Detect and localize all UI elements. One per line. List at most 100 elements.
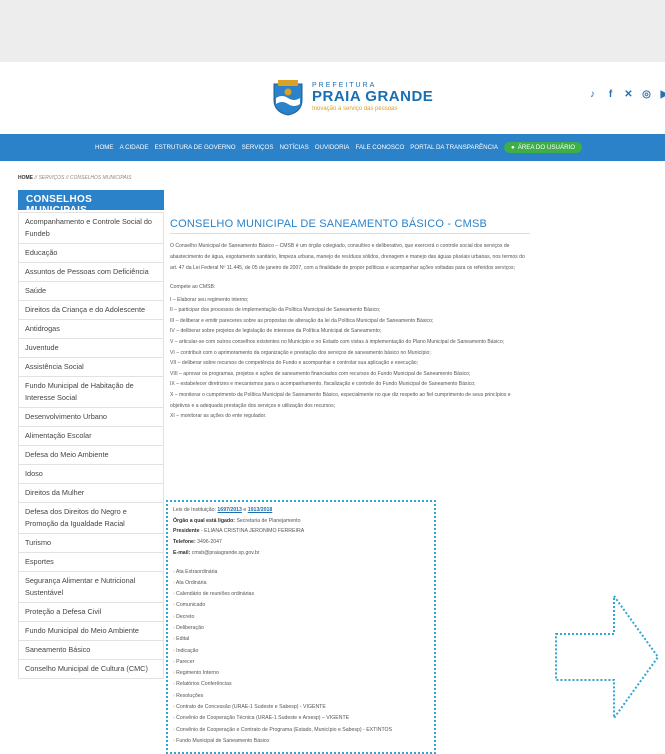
logo-big-text: PRAIA GRANDE [312, 88, 434, 105]
sidebar-item[interactable]: Fundo Municipal de Habitação de Interess… [18, 377, 164, 408]
document-link[interactable]: Fundo Municipal de Saneamento Básico [173, 736, 429, 747]
president-value: - ELIANA CRISTINA JERONIMO FERREIRA [199, 528, 305, 535]
breadcrumb-home[interactable]: HOME [18, 175, 33, 181]
sidebar-item[interactable]: Assuntos de Pessoas com Deficiência [18, 263, 164, 282]
organ-value: Secretaria de Planejamento [236, 517, 301, 524]
competency-item: II – participar dos processos de impleme… [170, 307, 381, 314]
youtube-icon[interactable]: ▶ [658, 88, 665, 101]
document-link[interactable]: Edital [173, 634, 429, 645]
tiktok-icon[interactable]: ♪ [586, 88, 599, 101]
document-link[interactable]: Parecer [173, 657, 429, 668]
sidebar-item[interactable]: Proteção a Defesa Civil [18, 603, 164, 622]
sidebar-item[interactable]: Fundo Municipal do Meio Ambiente [18, 622, 164, 641]
document-link[interactable]: Ata Extraordinária [173, 567, 429, 578]
logo-tagline: Inovação a serviço das pessoas [312, 106, 398, 112]
sidebar-item[interactable]: Educação [18, 244, 164, 263]
sidebar-item[interactable]: Juventude [18, 339, 164, 358]
email-line: E-mail: cmsb@praiagrande.sp.gov.br [173, 548, 429, 559]
sidebar-item[interactable]: Direitos da Mulher [18, 484, 164, 503]
document-link[interactable]: Regimento Interno [173, 668, 429, 679]
nav-home[interactable]: HOME [95, 144, 114, 151]
president-line: Presidente - ELIANA CRISTINA JERONIMO FE… [173, 526, 429, 537]
phone-label: Telefone: [173, 539, 196, 546]
nav-cidade[interactable]: A CIDADE [120, 144, 149, 151]
document-link[interactable]: Relatórios Conferências [173, 679, 429, 690]
document-link[interactable]: Indicação [173, 646, 429, 657]
competency-item: I – Elaborar seu regimento interno; [170, 296, 249, 303]
email-value[interactable]: cmsb@praiagrande.sp.gov.br [192, 550, 260, 556]
document-link[interactable]: Decreto [173, 612, 429, 623]
breadcrumb: HOME // SERVIÇOS // CONSELHOS MUNICIPAIS [18, 175, 131, 181]
sidebar-item[interactable]: Alimentação Escolar [18, 427, 164, 446]
nav-ouvidoria[interactable]: OUVIDORIA [315, 144, 350, 151]
law-line: Leis de Instituição: 1697/2013 e 1913/20… [173, 505, 429, 516]
nav-estrutura[interactable]: ESTRUTURA DE GOVERNO [154, 144, 235, 151]
organ-label: Órgão a qual está ligado: [173, 517, 235, 524]
user-icon: ● [510, 144, 515, 151]
sidebar-item[interactable]: Defesa do Meio Ambiente [18, 446, 164, 465]
competency-item: VI – contribuir com o aprimoramento da o… [170, 349, 431, 356]
competency-item: VIII – aprovar os programas, projetos e … [170, 370, 471, 377]
page-title: CONSELHO MUNICIPAL DE SANEAMENTO BÁSICO … [170, 218, 530, 234]
competencies-list: Compete ao CMSB: I – Elaborar seu regime… [170, 282, 530, 422]
phone-line: Telefone: 3496-2047 [173, 537, 429, 548]
sidebar-item[interactable]: Saneamento Básico [18, 641, 164, 660]
user-area-label: ÁREA DO USUÁRIO [517, 144, 576, 151]
competency-item: III – deliberar e emitir pareceres sobre… [170, 317, 434, 324]
president-label: Presidente [173, 528, 200, 535]
competency-item: V – articular-se com outros conselhos ex… [170, 338, 505, 345]
email-label: E-mail: [173, 549, 191, 556]
intro-paragraph: O Conselho Municipal de Saneamento Básic… [170, 243, 525, 271]
main-content: CONSELHO MUNICIPAL DE SANEAMENTO BÁSICO … [170, 218, 530, 422]
document-link[interactable]: Resoluções [173, 691, 429, 702]
sidebar-title: CONSELHOS MUNICIPAIS [18, 190, 164, 216]
law-link-1[interactable]: 1697/2013 [217, 507, 242, 513]
documents-list: Ata ExtraordináriaAta OrdináriaCalendári… [173, 567, 429, 748]
city-crest-icon [273, 80, 303, 116]
sidebar-item[interactable]: Saúde [18, 282, 164, 301]
document-link[interactable]: Convênio de Cooperação e Contrato de Pro… [173, 725, 429, 736]
document-link[interactable]: Contrato de Concessão (URAE-1 Sudeste e … [173, 702, 429, 713]
phone-value: 3496-2047 [197, 539, 222, 546]
nav-noticias[interactable]: NOTÍCIAS [279, 144, 308, 151]
nav-fale-conosco[interactable]: FALE CONOSCO [355, 144, 404, 151]
nav-servicos[interactable]: SERVIÇOS [242, 144, 274, 151]
document-link[interactable]: Calendário de reuniões ordinárias [173, 589, 429, 600]
nav-transparencia[interactable]: PORTAL DA TRANSPARÊNCIA [410, 144, 498, 151]
document-link[interactable]: Ata Ordinária [173, 578, 429, 589]
sidebar-item[interactable]: Acompanhamento e Controle Social do Fund… [18, 212, 164, 244]
sidebar-item[interactable]: Idoso [18, 465, 164, 484]
sidebar-item[interactable]: Segurança Alimentar e Nutricional Susten… [18, 572, 164, 603]
document-link[interactable]: Deliberação [173, 623, 429, 634]
document-link[interactable]: Convênio de Cooperação Técnica (URAE-1 S… [173, 713, 429, 724]
competency-item: IV – deliberar sobre projetos de legisla… [170, 328, 382, 335]
social-links: ♪ f ✕ ◎ ▶ [586, 88, 665, 101]
sidebar-item[interactable]: Desenvolvimento Urbano [18, 408, 164, 427]
x-icon[interactable]: ✕ [622, 88, 635, 101]
sidebar-item[interactable]: Assistência Social [18, 358, 164, 377]
facebook-icon[interactable]: f [604, 88, 617, 101]
organ-line: Órgão a qual está ligado: Secretaria de … [173, 516, 429, 527]
sidebar-item[interactable]: Esportes [18, 553, 164, 572]
site-logo[interactable]: PREFEITURA PRAIA GRANDE Inovação a servi… [270, 78, 433, 116]
top-gray-bar [0, 0, 665, 62]
competency-item: VII – deliberar sobre recursos de compet… [170, 360, 419, 367]
breadcrumb-current: CONSELHOS MUNICIPAIS [69, 175, 132, 181]
instagram-icon[interactable]: ◎ [640, 88, 653, 101]
sidebar-item[interactable]: Antidrogas [18, 320, 164, 339]
document-link[interactable]: Comunicado [173, 600, 429, 611]
right-arrow-icon [555, 592, 660, 722]
sidebar-item[interactable]: Defesa dos Direitos do Negro e Promoção … [18, 503, 164, 534]
sidebar-item[interactable]: Turismo [18, 534, 164, 553]
competencies-title: Compete ao CMSB: [170, 284, 216, 290]
user-area-button[interactable]: ● ÁREA DO USUÁRIO [503, 142, 583, 153]
competency-item: X – monitorar o cumprimento da Política … [170, 391, 511, 409]
sidebar-item[interactable]: Direitos da Criança e do Adolescente [18, 301, 164, 320]
competency-item: XI – monitorar as ações do ente regulado… [170, 413, 267, 420]
breadcrumb-services[interactable]: SERVIÇOS [39, 175, 65, 181]
law-link-2[interactable]: 1913/2018 [248, 507, 273, 513]
sidebar-menu: Acompanhamento e Controle Social do Fund… [18, 212, 164, 679]
main-nav: HOME A CIDADE ESTRUTURA DE GOVERNO SERVI… [0, 134, 665, 161]
sidebar-item[interactable]: Conselho Municipal de Cultura (CMC) [18, 660, 164, 679]
council-info-box: Leis de Instituição: 1697/2013 e 1913/20… [166, 500, 436, 754]
